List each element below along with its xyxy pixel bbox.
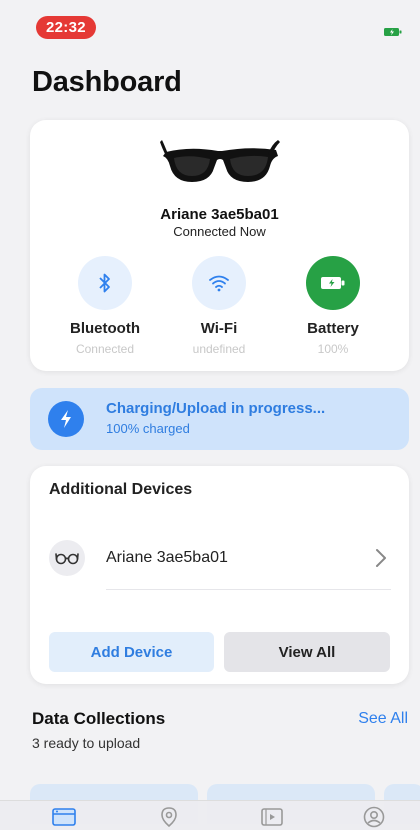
- device-connection-status: Connected Now: [173, 224, 266, 239]
- charging-banner[interactable]: Charging/Upload in progress... 100% char…: [30, 388, 409, 450]
- bluetooth-icon: [78, 256, 132, 310]
- stat-battery[interactable]: Battery 100%: [278, 256, 388, 356]
- location-icon[interactable]: [157, 806, 181, 828]
- additional-devices-title: Additional Devices: [49, 481, 193, 498]
- stat-bluetooth-sub: Connected: [75, 342, 135, 356]
- divider: [106, 589, 391, 590]
- smart-glasses-image: [160, 140, 280, 182]
- device-row-label: Ariane 3ae5ba01: [106, 549, 228, 566]
- view-all-button[interactable]: View All: [224, 632, 390, 672]
- stat-bluetooth-label: Bluetooth: [70, 320, 140, 337]
- dashboard-icon[interactable]: [52, 806, 76, 828]
- glasses-icon: [49, 540, 85, 576]
- tab-bar: [0, 800, 420, 830]
- charging-subtitle: 100% charged: [106, 421, 190, 436]
- add-device-button[interactable]: Add Device: [49, 632, 214, 672]
- wifi-icon: [192, 256, 246, 310]
- profile-icon[interactable]: [362, 806, 386, 828]
- page-title: Dashboard: [32, 66, 182, 98]
- device-card[interactable]: Ariane 3ae5ba01 Connected Now Bluetooth …: [30, 120, 409, 371]
- stat-wifi[interactable]: Wi-Fi undefined: [164, 256, 274, 356]
- lightning-icon: [48, 401, 84, 437]
- dashboard-screen: 22:32 Dashboard Ariane 3ae5ba01 Connecte…: [0, 0, 420, 830]
- chevron-right-icon: [376, 549, 386, 567]
- stat-wifi-label: Wi-Fi: [200, 320, 238, 337]
- see-all-link[interactable]: See All: [358, 710, 408, 728]
- status-time: 22:32: [36, 16, 96, 39]
- stat-battery-sub: 100%: [317, 342, 349, 356]
- charging-title: Charging/Upload in progress...: [106, 400, 326, 417]
- stat-battery-label: Battery: [307, 320, 359, 337]
- battery-status-icon: [384, 28, 402, 36]
- stat-bluetooth[interactable]: Bluetooth Connected: [50, 256, 160, 356]
- additional-devices-card: Additional Devices Ariane 3ae5ba01 Add D…: [30, 466, 409, 684]
- battery-icon: [306, 256, 360, 310]
- status-bar: 22:32: [0, 0, 420, 44]
- data-collections-title: Data Collections: [32, 709, 166, 728]
- data-collections-subtitle: 3 ready to upload: [32, 735, 141, 751]
- device-name: Ariane 3ae5ba01: [160, 206, 279, 223]
- video-icon[interactable]: [260, 806, 284, 828]
- list-item[interactable]: Ariane 3ae5ba01: [30, 536, 409, 588]
- stat-wifi-sub: undefined: [192, 342, 246, 356]
